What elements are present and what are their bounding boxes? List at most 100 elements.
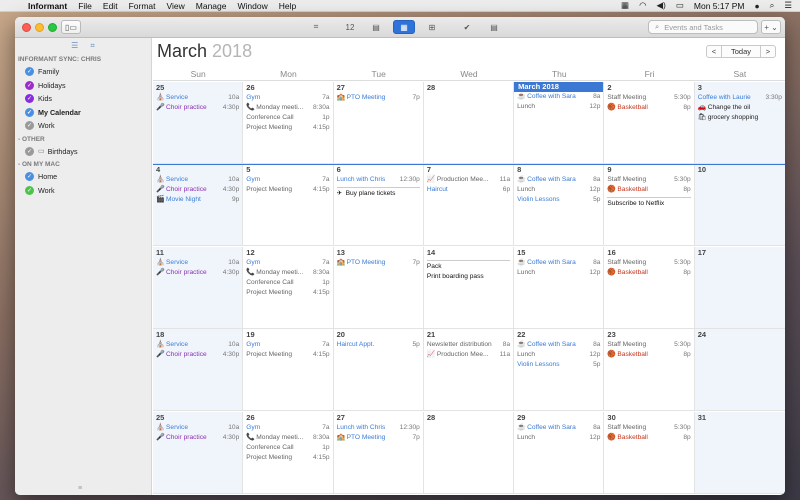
minimize-window-button[interactable] <box>35 23 44 32</box>
calendar-event[interactable]: Violin Lessons 5p <box>517 195 600 205</box>
month-view-button[interactable]: ▦ <box>393 20 415 34</box>
calendar-event[interactable]: Haircut Appt. 5p <box>337 340 420 350</box>
day-cell[interactable]: 22 ☕ Coffee with Sara 8a Lunch 12p Violin Less… <box>514 329 605 412</box>
day-cell[interactable]: 23 Staff Meeting 5:30p 🏀 Basketball 8p <box>604 329 695 412</box>
sidebar-calendar-item[interactable]: ✓ ▭ Birthdays <box>15 145 151 159</box>
day-cell[interactable]: 18 ⛪ Service 10a 🎤 Choir practice 4:30p <box>153 329 244 412</box>
calendar-event[interactable]: 🏀 Basketball 8p <box>607 185 690 195</box>
clock[interactable]: Mon 5:17 PM <box>694 1 745 11</box>
calendar-event[interactable]: Conference Call 1p <box>246 278 329 288</box>
calendar-event[interactable]: ⛪ Service 10a <box>156 340 239 350</box>
week-view-button[interactable]: ▤ <box>367 20 385 34</box>
calendar-event[interactable]: 🎤 Choir practice 4:30p <box>156 268 239 278</box>
day-cell[interactable]: 29 ☕ Coffee with Sara 8a Lunch 12p <box>514 411 605 494</box>
calendar-event[interactable]: ☕ Coffee with Sara 8a <box>517 340 600 350</box>
day-cell[interactable]: 14 Pack Print boarding pass <box>423 246 515 329</box>
user-icon[interactable]: ● <box>754 1 759 11</box>
volume-icon[interactable]: ◀) <box>657 0 666 11</box>
spotlight-icon[interactable]: ⌕ <box>770 0 775 11</box>
checkbox-icon[interactable]: ✓ <box>25 80 34 90</box>
calendar-event[interactable]: Project Meeting 4:15p <box>246 350 329 360</box>
calendar-event[interactable]: 🎤 Choir practice 4:30p <box>156 103 239 113</box>
zoom-window-button[interactable] <box>48 23 57 32</box>
calendar-event[interactable]: 🏫 PTO Meeting 7p <box>337 433 420 443</box>
calendar-event[interactable]: Lunch 12p <box>517 350 600 360</box>
day-cell[interactable]: 16 Staff Meeting 5:30p 🏀 Basketball 8p <box>604 246 695 329</box>
task-item[interactable]: ✈ Buy plane tickets <box>337 189 420 199</box>
menu-view[interactable]: View <box>166 1 184 11</box>
day-cell[interactable]: 7 📈 Production Mee... 11a Haircut 6p <box>423 164 515 247</box>
battery-icon[interactable]: ▭ <box>676 0 684 11</box>
task-item[interactable]: Subscribe to Netflix <box>607 199 690 209</box>
calendar-event[interactable]: 🛍 grocery shopping <box>698 113 782 123</box>
day-cell[interactable]: 30 Staff Meeting 5:30p 🏀 Basketball 8p <box>604 411 695 494</box>
sidebar-calendar-item[interactable]: ✓ Work <box>15 119 151 133</box>
calendar-event[interactable]: Project Meeting 4:15p <box>246 123 329 133</box>
calendar-event[interactable]: Violin Lessons 5p <box>517 360 600 370</box>
day-cell[interactable]: 21 Newsletter distribution 8a 📈 Production M… <box>423 329 515 412</box>
calendar-event[interactable]: ⛪ Service 10a <box>156 423 239 433</box>
calendar-event[interactable]: 📞 Monday meeti... 8:30a <box>246 103 329 113</box>
day-cell[interactable]: 20 Haircut Appt. 5p <box>333 329 424 412</box>
sidebar-calendar-item[interactable]: ✓ Family <box>15 65 151 79</box>
menu-file[interactable]: File <box>78 1 92 11</box>
calendar-event[interactable]: Project Meeting 4:15p <box>246 288 329 298</box>
calendar-event[interactable]: Lunch 12p <box>517 268 600 278</box>
sidebar-calendar-item[interactable]: ✓ Work <box>15 184 151 198</box>
day-cell[interactable]: 8 ☕ Coffee with Sara 8a Lunch 12p Violin Lesso… <box>514 164 605 247</box>
day-cell[interactable]: 28 <box>423 82 515 164</box>
tasks-view-button[interactable]: ✔ <box>458 20 476 34</box>
calendar-event[interactable]: Gym 7a <box>246 93 329 103</box>
sidebar-calendar-item[interactable]: ✓ My Calendar <box>15 106 151 120</box>
next-month-button[interactable]: > <box>760 45 776 58</box>
calendar-event[interactable]: Gym 7a <box>246 340 329 350</box>
day-cell[interactable]: 25 ⛪ Service 10a 🎤 Choir practice 4:30p <box>153 411 244 494</box>
filter-icon[interactable]: ⌗ <box>90 41 95 51</box>
checkbox-icon[interactable]: ✓ <box>25 94 34 104</box>
day-cell[interactable]: 31 <box>694 411 785 494</box>
calendar-event[interactable]: Lunch 12p <box>517 102 600 112</box>
calendar-event[interactable]: Gym 7a <box>246 423 329 433</box>
day-cell[interactable]: 3 Coffee with Laurie 3:30p 🚗 Change the oil 🛍… <box>694 82 785 164</box>
resize-handle-icon[interactable]: ≡ <box>78 485 82 492</box>
calendar-event[interactable]: Staff Meeting 5:30p <box>607 423 690 433</box>
calendar-event[interactable]: 🚗 Change the oil <box>698 103 782 113</box>
calendar-event[interactable]: Gym 7a <box>246 175 329 185</box>
calendar-event[interactable]: ⛪ Service 10a <box>156 175 239 185</box>
calendar-status-icon[interactable]: ▦ <box>621 0 629 11</box>
calendar-event[interactable]: Staff Meeting 5:30p <box>607 340 690 350</box>
calendar-event[interactable]: 📞 Monday meeti... 8:30a <box>246 268 329 278</box>
day-cell[interactable]: 13 🏫 PTO Meeting 7p <box>333 246 424 329</box>
day-cell[interactable]: 24 <box>694 329 785 412</box>
checkbox-icon[interactable]: ✓ <box>25 172 34 182</box>
day-cell[interactable]: 19 Gym 7a Project Meeting 4:15p <box>243 329 334 412</box>
checkbox-icon[interactable]: ✓ <box>25 185 34 195</box>
calendar-event[interactable]: Conference Call 1p <box>246 113 329 123</box>
today-button[interactable]: Today <box>722 45 760 58</box>
calendar-event[interactable]: 🏀 Basketball 8p <box>607 103 690 113</box>
wifi-icon[interactable]: ◠ <box>639 0 646 11</box>
calendar-event[interactable]: Staff Meeting 5:30p <box>607 175 690 185</box>
calendar-event[interactable]: Lunch with Chris 12:30p <box>337 175 420 185</box>
notification-center-icon[interactable]: ☰ <box>784 0 792 11</box>
search-field[interactable]: ⌕ Events and Tasks <box>648 20 758 34</box>
menu-edit[interactable]: Edit <box>103 1 118 11</box>
day-cell[interactable]: 12 Gym 7a 📞 Monday meeti... 8:30a Conference C… <box>243 246 334 329</box>
app-menu[interactable]: Informant <box>28 1 67 11</box>
calendar-event[interactable]: 🎤 Choir practice 4:30p <box>156 433 239 443</box>
year-view-button[interactable]: ⊞ <box>423 20 441 34</box>
calendar-event[interactable]: Staff Meeting 5:30p <box>607 258 690 268</box>
calendar-event[interactable]: 🏫 PTO Meeting 7p <box>337 258 420 268</box>
close-window-button[interactable] <box>22 23 31 32</box>
toggle-sidebar-button[interactable]: ▯▭ <box>61 20 81 34</box>
calendar-event[interactable]: Lunch 12p <box>517 185 600 195</box>
calendar-event[interactable]: 🏀 Basketball 8p <box>607 433 690 443</box>
calendar-event[interactable]: ☕ Coffee with Sara 8a <box>517 423 600 433</box>
menu-manage[interactable]: Manage <box>196 1 227 11</box>
day-cell[interactable]: 10 <box>694 164 785 247</box>
calendar-event[interactable]: Conference Call 1p <box>246 443 329 453</box>
calendar-event[interactable]: ☕ Coffee with Sara 8a <box>517 258 600 268</box>
calendar-event[interactable]: Project Meeting 4:15p <box>246 185 329 195</box>
calendar-event[interactable]: 🎬 Movie Night 9p <box>156 195 239 205</box>
calendar-event[interactable]: 📈 Production Mee... 11a <box>427 175 510 185</box>
